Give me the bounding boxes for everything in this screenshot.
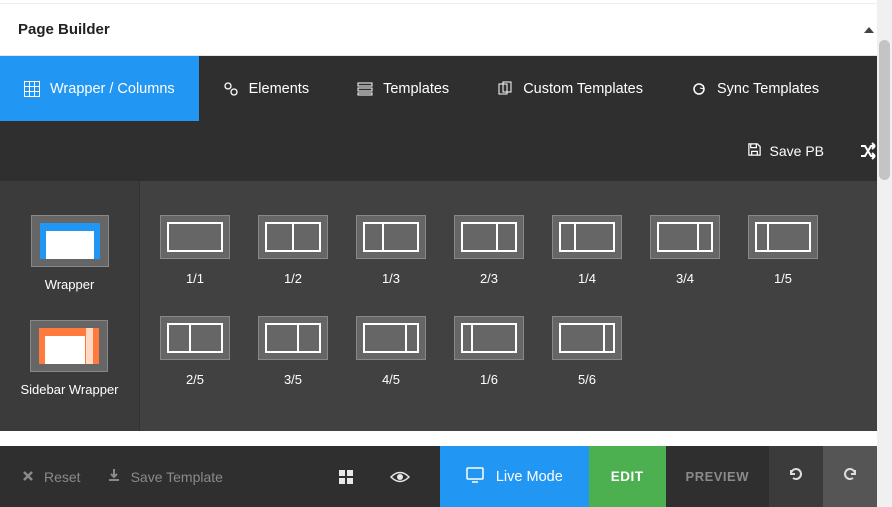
- column-option-1-2[interactable]: [258, 215, 328, 259]
- column-label: 1/3: [382, 271, 400, 286]
- reset-button[interactable]: Reset: [22, 469, 81, 485]
- preview-button[interactable]: PREVIEW: [666, 446, 769, 507]
- column-label: 4/5: [382, 372, 400, 387]
- column-option-1-3[interactable]: [356, 215, 426, 259]
- save-bar: Save PB: [0, 121, 892, 181]
- tab-custom-templates[interactable]: Custom Templates: [473, 56, 667, 121]
- undo-button[interactable]: [769, 446, 823, 507]
- column-label: 5/6: [578, 372, 596, 387]
- redo-button[interactable]: [823, 446, 877, 507]
- column-option-3-4[interactable]: [650, 215, 720, 259]
- column-label: 2/3: [480, 271, 498, 286]
- collapse-icon[interactable]: [864, 27, 874, 33]
- column-option-1-5[interactable]: [748, 215, 818, 259]
- reset-label: Reset: [44, 469, 81, 485]
- tab-label: Wrapper / Columns: [50, 81, 175, 97]
- tab-label: Templates: [383, 81, 449, 97]
- column-label: 3/4: [676, 271, 694, 286]
- monitor-icon: [466, 467, 484, 487]
- tab-label: Sync Templates: [717, 81, 819, 97]
- columns-grid: 1/1 1/2 1/3 2/3 1/4 3/4 1/5 2/5 3/5 4/5 1/6 5/6: [140, 181, 892, 431]
- column-label: 1/1: [186, 271, 204, 286]
- scrollbar[interactable]: [877, 0, 892, 507]
- undo-icon: [787, 465, 805, 488]
- column-option-4-5[interactable]: [356, 316, 426, 360]
- tab-bar: Wrapper / Columns Elements Templates Cus…: [0, 56, 892, 121]
- save-icon: [747, 142, 762, 160]
- tab-label: Elements: [249, 81, 309, 97]
- elements-icon: [223, 81, 239, 97]
- edit-button[interactable]: EDIT: [589, 446, 666, 507]
- download-icon: [107, 468, 121, 485]
- content-area: Wrapper Sidebar Wrapper 1/1 1/2 1/3 2/3 1/4 3…: [0, 181, 892, 431]
- wrapper-sidebar: Wrapper Sidebar Wrapper: [0, 181, 140, 431]
- close-icon: [22, 469, 34, 485]
- column-option-3-5[interactable]: [258, 316, 328, 360]
- scrollbar-thumb[interactable]: [879, 40, 890, 180]
- tab-label: Custom Templates: [523, 81, 643, 97]
- column-option-2-5[interactable]: [160, 316, 230, 360]
- column-label: 1/5: [774, 271, 792, 286]
- live-mode-button[interactable]: Live Mode: [440, 446, 589, 507]
- column-label: 2/5: [186, 372, 204, 387]
- tab-templates[interactable]: Templates: [333, 56, 473, 121]
- column-option-1-6[interactable]: [454, 316, 524, 360]
- column-option-1-4[interactable]: [552, 215, 622, 259]
- wrapper-label: Wrapper: [45, 277, 95, 292]
- save-template-button[interactable]: Save Template: [107, 468, 223, 485]
- custom-templates-icon: [497, 81, 513, 97]
- tab-sync-templates[interactable]: Sync Templates: [667, 56, 843, 121]
- bottom-toolbar: Reset Save Template Live Mode EDIT PREVI…: [0, 446, 877, 507]
- redo-icon: [841, 465, 859, 488]
- column-label: 1/2: [284, 271, 302, 286]
- page-title: Page Builder: [18, 21, 110, 38]
- wrapper-box[interactable]: [31, 215, 109, 267]
- shuffle-icon[interactable]: [858, 141, 878, 161]
- column-option-5-6[interactable]: [552, 316, 622, 360]
- sync-icon: [691, 81, 707, 97]
- grid-view-icon[interactable]: [338, 469, 354, 485]
- column-option-1-1[interactable]: [160, 215, 230, 259]
- column-option-2-3[interactable]: [454, 215, 524, 259]
- eye-icon[interactable]: [390, 470, 410, 484]
- column-label: 1/4: [578, 271, 596, 286]
- templates-icon: [357, 81, 373, 97]
- save-template-label: Save Template: [131, 469, 223, 485]
- edit-label: EDIT: [611, 469, 644, 484]
- column-label: 3/5: [284, 372, 302, 387]
- tab-elements[interactable]: Elements: [199, 56, 333, 121]
- sidebar-wrapper-box[interactable]: [30, 320, 108, 372]
- panel-header: Page Builder: [0, 4, 892, 56]
- save-pb-button[interactable]: Save PB: [747, 142, 824, 160]
- sidebar-wrapper-label: Sidebar Wrapper: [20, 382, 118, 397]
- live-mode-label: Live Mode: [496, 469, 563, 485]
- column-label: 1/6: [480, 372, 498, 387]
- columns-icon: [24, 81, 40, 97]
- tab-wrapper-columns[interactable]: Wrapper / Columns: [0, 56, 199, 121]
- preview-label: PREVIEW: [686, 469, 749, 484]
- save-label: Save PB: [770, 143, 824, 159]
